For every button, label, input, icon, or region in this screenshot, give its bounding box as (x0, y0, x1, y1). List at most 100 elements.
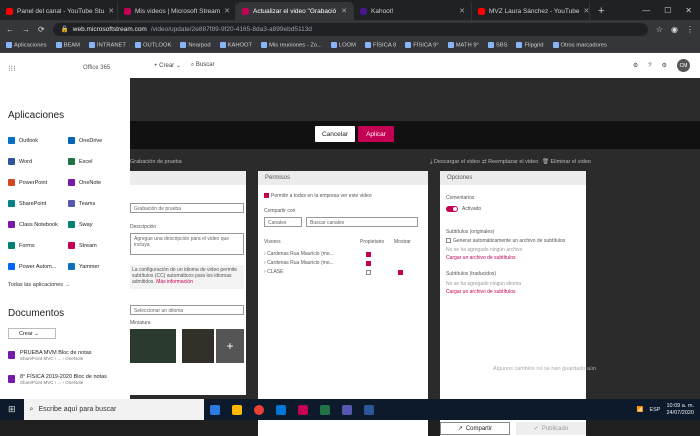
thumbnail-1[interactable] (130, 329, 176, 363)
allow-all-checkbox[interactable]: Permitir a todos en la empresa ver este … (264, 193, 372, 199)
all-apps-link[interactable]: Todas las aplicaciones → (8, 282, 70, 288)
bookmark-item[interactable]: LOOM (330, 41, 356, 48)
apply-button[interactable]: Aplicar (358, 126, 394, 142)
bookmark-item[interactable]: FÍSICA 8 (365, 41, 396, 48)
back-icon[interactable]: ← (6, 25, 14, 34)
upload-translated-link[interactable]: Cargar un archivo de subtítulos (446, 289, 515, 295)
star-icon[interactable]: ☆ (656, 25, 663, 34)
app-tile[interactable]: Sway (68, 221, 92, 228)
tab-close-icon[interactable]: ✕ (224, 7, 230, 15)
bookmark-item[interactable]: FÍSICA 9° (405, 41, 439, 48)
help-icon[interactable]: ? (648, 63, 651, 69)
tab-close-icon[interactable]: ✕ (108, 7, 114, 15)
bookmark-item[interactable]: BEAM (55, 41, 80, 48)
bookmark-item[interactable]: OUTLOOK (134, 41, 171, 48)
windows-start-icon[interactable]: ⊞ (0, 404, 24, 415)
create-button[interactable]: + Crear ⌄ (154, 62, 181, 69)
new-tab-button[interactable]: + (590, 5, 612, 20)
thumbnail-2[interactable] (182, 329, 214, 363)
profile-icon[interactable]: ◉ (671, 25, 678, 34)
reload-icon[interactable]: ⟳ (38, 25, 45, 34)
browser-tab[interactable]: MVZ Laura Sánchez - YouTube ✕ (472, 2, 590, 20)
network-icon[interactable]: 📶 (637, 407, 644, 413)
document-item[interactable]: 8° FÍSICA 2019-2020 Bloc de notas SharePo… (8, 374, 107, 385)
app-tile[interactable]: Word (8, 158, 32, 165)
more-info-link[interactable]: Más información (156, 279, 193, 285)
expand-icon[interactable]: › (264, 269, 266, 275)
tab-close-icon[interactable]: ✕ (341, 7, 347, 15)
notification-icon[interactable]: ⚙ (633, 62, 638, 69)
bookmark-item[interactable]: Flipgrid (516, 41, 544, 48)
close-window-button[interactable]: ✕ (685, 6, 692, 15)
app-tile[interactable]: OneNote (68, 179, 101, 186)
document-item[interactable]: PRUEBA MVM Bloc de notas SharePoint MVC ›… (8, 350, 92, 361)
browser-tab[interactable]: Actualizar el video "Grabació ✕ (236, 2, 354, 20)
auto-subtitles-checkbox[interactable]: Generar automáticamente un archivo de su… (446, 238, 565, 244)
bookmark-item[interactable]: KAHOOT (219, 41, 252, 48)
expand-icon[interactable]: › (264, 260, 266, 266)
cancel-button[interactable]: Cancelar (315, 126, 355, 142)
description-field[interactable]: Agregue una descripción para el video qu… (130, 233, 244, 255)
word-taskbar-icon[interactable] (363, 404, 374, 415)
delete-video-link[interactable]: 🗑 Eliminar el video (542, 159, 591, 165)
display-checkbox[interactable] (398, 270, 403, 275)
tab-close-icon[interactable]: ✕ (583, 7, 589, 15)
upload-subtitles-link[interactable]: Cargar un archivo de subtítulos (446, 255, 515, 261)
app-tile[interactable]: OneDrive (68, 137, 102, 144)
file-explorer-icon[interactable] (231, 404, 242, 415)
bookmark-item[interactable]: Mis reuniones - Zo... (261, 41, 322, 48)
comments-toggle[interactable] (446, 206, 458, 212)
stream-taskbar-icon[interactable] (297, 404, 308, 415)
app-tile[interactable]: Class Notebook (8, 221, 58, 228)
waffle-icon[interactable]: ⁝⁝⁝ (8, 64, 16, 73)
clock[interactable]: 10:09 a. m. 24/07/2020 (666, 403, 694, 417)
expand-icon[interactable]: › (264, 251, 266, 257)
browser-tab[interactable]: Kahoot! ✕ (354, 2, 472, 20)
app-tile[interactable]: SharePoint (8, 200, 46, 207)
minimize-button[interactable]: — (642, 6, 650, 15)
task-view-icon[interactable] (209, 404, 220, 415)
language-indicator[interactable]: ESP (649, 407, 660, 413)
excel-taskbar-icon[interactable] (319, 404, 330, 415)
owner-checkbox[interactable] (366, 270, 371, 275)
bookmark-item[interactable]: INTRANET (88, 41, 126, 48)
tab-close-icon[interactable]: ✕ (459, 7, 465, 15)
app-tile[interactable]: Teams (68, 200, 95, 207)
bookmark-item[interactable]: Nearpod (180, 41, 211, 48)
app-tile[interactable]: PowerPoint (8, 179, 47, 186)
share-type-select[interactable]: Canales (264, 217, 302, 227)
owner-checkbox[interactable] (366, 261, 371, 266)
chrome-icon[interactable] (253, 404, 264, 415)
search-box[interactable]: ⌕ Buscar (191, 62, 215, 69)
replace-video-link[interactable]: ⇄ Reemplazar el video (482, 159, 538, 165)
app-tile[interactable]: Stream (68, 242, 97, 249)
taskbar-search[interactable]: ⌕ Escribe aquí para buscar (23, 399, 204, 420)
url-field[interactable]: 🔒 web.microsoftstream.com/video/update/2… (52, 22, 648, 36)
app-tile[interactable]: Outlook (8, 137, 38, 144)
language-select[interactable]: Seleccionar un idioma (130, 305, 244, 315)
name-field[interactable]: Grabación de prueba (130, 203, 244, 213)
download-video-link[interactable]: ⤓ Descargar el video (430, 159, 480, 166)
bookmark-item[interactable]: MATH 9° (447, 41, 479, 48)
published-button[interactable]: ✓ Publicado (516, 422, 586, 435)
office-brand[interactable]: Office 365 (83, 65, 110, 71)
bookmark-item[interactable]: Aplicaciones (6, 41, 47, 48)
app-tile[interactable]: Excel (68, 158, 92, 165)
app-tile[interactable]: Forms (8, 242, 35, 249)
app-tile[interactable]: Power Autom... (8, 263, 56, 270)
edge-icon[interactable] (275, 404, 286, 415)
bookmark-item[interactable]: SBS (487, 41, 507, 48)
teams-taskbar-icon[interactable] (341, 404, 352, 415)
add-thumbnail-button[interactable]: + (216, 329, 244, 363)
channel-search-input[interactable]: Buscar canales (306, 217, 418, 227)
avatar[interactable]: CM (677, 59, 690, 72)
create-doc-button[interactable]: Crear ⌄ (8, 328, 56, 339)
share-button[interactable]: ↗ Compartir (440, 422, 510, 435)
forward-icon[interactable]: → (22, 25, 30, 34)
bookmark-item[interactable]: Otros marcadores (552, 41, 607, 48)
maximize-button[interactable]: ☐ (664, 6, 671, 15)
owner-checkbox[interactable] (366, 252, 371, 257)
settings-icon[interactable]: ⚙ (662, 62, 667, 69)
menu-icon[interactable]: ⋮ (686, 25, 694, 34)
browser-tab[interactable]: Mis videos | Microsoft Stream ✕ (118, 2, 236, 20)
